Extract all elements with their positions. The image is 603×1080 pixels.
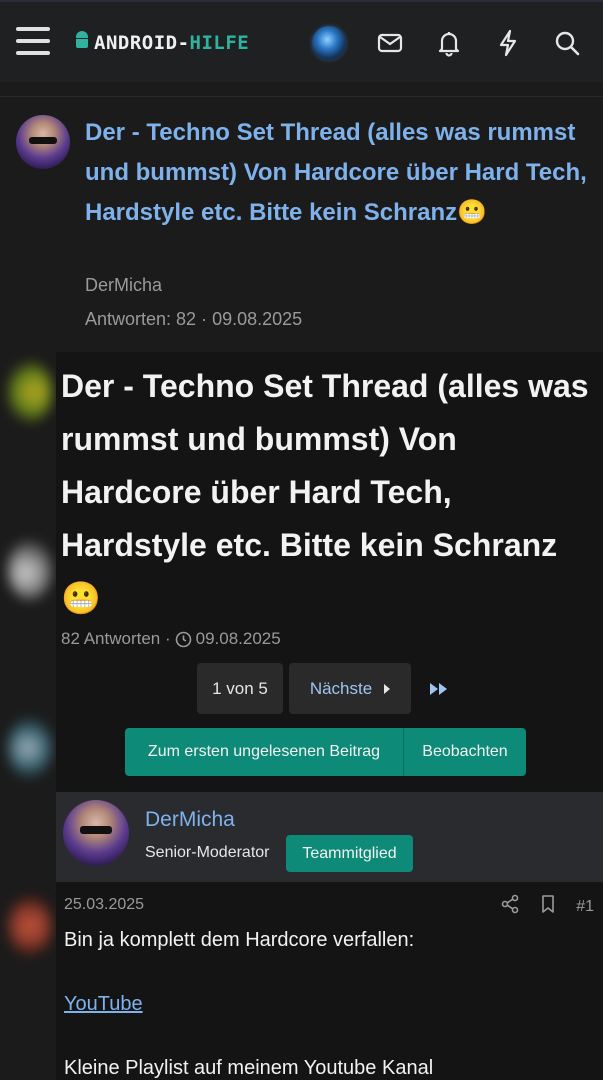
post-author-bar: DerMicha Senior-Moderator Teammitglied (56, 792, 603, 882)
author-avatar[interactable] (16, 115, 70, 169)
menu-icon[interactable] (16, 27, 50, 55)
avatar[interactable] (63, 800, 129, 866)
post-text: Bin ja komplett dem Hardcore verfallen: (64, 929, 415, 951)
thread-actions: Zum ersten ungelesenen Beitrag Beobachte… (125, 728, 526, 776)
watch-button[interactable]: Beobachten (404, 728, 526, 776)
mail-icon[interactable] (375, 28, 405, 58)
blurred-avatar (8, 362, 52, 422)
search-icon[interactable] (552, 28, 582, 58)
bolt-icon[interactable] (493, 28, 523, 58)
pagination: 1 von 5 Nächste (197, 663, 461, 714)
last-page-icon[interactable] (417, 663, 461, 714)
thread-list-item[interactable]: Der - Techno Set Thread (alles was rumms… (0, 96, 603, 346)
user-avatar[interactable] (312, 26, 346, 60)
thread-list-meta: Antworten: 82 · 09.08.2025 (85, 309, 303, 329)
post-number[interactable]: #1 (576, 898, 594, 916)
team-badge: Teammitglied (286, 835, 413, 872)
blurred-avatar (8, 718, 52, 778)
first-unread-button[interactable]: Zum ersten ungelesenen Beitrag (125, 728, 404, 776)
thread-list-title[interactable]: Der - Techno Set Thread (alles was rumms… (85, 113, 590, 233)
thread-preview-overlay: Der - Techno Set Thread (alles was rumms… (56, 352, 603, 1080)
post-date[interactable]: 25.03.2025 (64, 896, 144, 914)
next-page-button[interactable]: Nächste (289, 663, 411, 714)
thread-meta: 82 Antworten · 09.08.2025 (61, 629, 281, 649)
post-username[interactable]: DerMicha (145, 808, 235, 832)
thread-list-author[interactable]: DerMicha (85, 275, 162, 296)
next-page-label: Nächste (309, 678, 373, 698)
blurred-avatar (8, 896, 52, 956)
reply-count: 82 Antworten · (61, 629, 171, 648)
top-navigation-bar: ANDROID-HILFE (0, 0, 603, 82)
post-header: 25.03.2025 #1 (64, 894, 594, 918)
user-role: Senior-Moderator (145, 844, 270, 861)
logo-text-prefix: ANDROID- (94, 32, 190, 54)
blurred-avatar (8, 540, 52, 600)
post-text: Kleine Playlist auf meinem Youtube Kanal (64, 1057, 434, 1079)
post-content: Bin ja komplett dem Hardcore verfallen: … (64, 924, 594, 1080)
youtube-link[interactable]: YouTube (64, 993, 143, 1015)
android-logo-icon (76, 31, 90, 49)
site-logo[interactable]: ANDROID-HILFE (76, 30, 249, 56)
page-indicator[interactable]: 1 von 5 (197, 663, 283, 714)
bookmark-icon[interactable] (538, 894, 558, 919)
clock-icon (175, 631, 192, 648)
thread-title: Der - Techno Set Thread (alles was rumms… (61, 368, 589, 616)
share-icon[interactable] (500, 894, 520, 919)
post-tools: #1 (500, 894, 594, 919)
bell-icon[interactable] (434, 28, 464, 58)
thread-date: 09.08.2025 (195, 629, 281, 648)
logo-text-suffix: HILFE (189, 32, 250, 54)
caret-right-icon (384, 683, 391, 694)
